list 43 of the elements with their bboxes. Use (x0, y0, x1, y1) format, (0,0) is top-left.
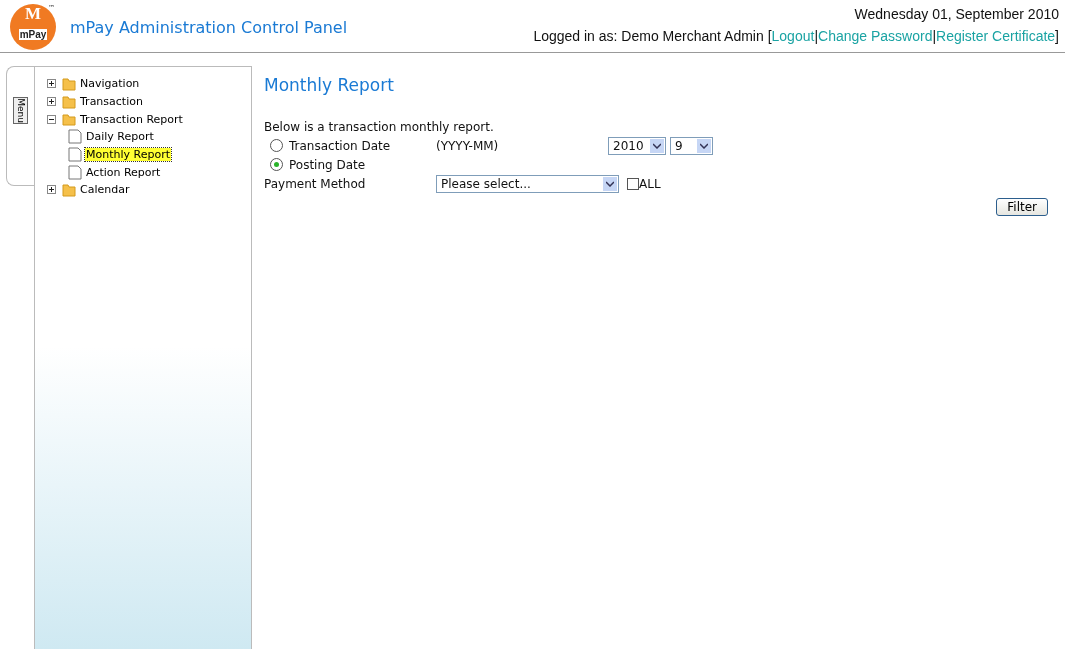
app-title: mPay Administration Control Panel (70, 17, 348, 37)
radio-button[interactable] (270, 158, 283, 171)
checkbox-label: ALL (639, 176, 661, 191)
menu-tab[interactable]: Menu (6, 66, 34, 186)
radio-label: Transaction Date (289, 138, 391, 153)
field-label: Payment Method (264, 176, 366, 191)
folder-icon (62, 76, 76, 91)
bracket-text: ] (1055, 28, 1059, 44)
payment-method-select[interactable]: Please select... (436, 174, 619, 193)
folder-icon (62, 112, 76, 127)
menu-tab-label: Menu (13, 97, 28, 124)
page-icon (68, 164, 82, 180)
checkbox[interactable] (627, 177, 639, 190)
separator: | (932, 28, 937, 44)
filter-button[interactable]: Filter (996, 197, 1048, 216)
tree-item[interactable]: Navigation (79, 77, 141, 91)
caret-icon (650, 138, 664, 153)
page-title: Monthly Report (264, 75, 395, 95)
caret-icon (603, 176, 617, 191)
page-icon (68, 147, 82, 163)
tree-item[interactable]: Daily Report (85, 130, 155, 144)
month-select[interactable]: 9 (670, 136, 713, 155)
folder-icon (62, 182, 76, 197)
format-hint: (YYYY-MM) (436, 138, 499, 153)
tree-item[interactable]: Action Report (85, 165, 162, 179)
page-icon (68, 129, 82, 145)
caret-icon (697, 138, 711, 153)
separator: | (814, 28, 818, 44)
radio-label: Posting Date (289, 157, 366, 172)
tree-item[interactable]: Calendar (79, 183, 131, 197)
expand-icon[interactable] (47, 97, 56, 107)
year-select[interactable]: 2010 (608, 136, 666, 155)
expand-icon[interactable] (47, 185, 56, 195)
collapse-icon[interactable] (47, 114, 56, 124)
tree-item[interactable]: Transaction Report (79, 112, 184, 126)
folder-icon (62, 94, 76, 109)
tree-item[interactable]: Transaction (79, 95, 144, 109)
login-text: Logged in as: Demo Merchant Admin [ (533, 28, 772, 44)
expand-icon[interactable] (47, 79, 56, 89)
intro-text: Below is a transaction monthly report. (264, 119, 494, 134)
tree-item[interactable]: Monthly Report (85, 148, 171, 162)
radio-button[interactable] (270, 139, 283, 152)
date-text: Wednesday 01, September 2010 (854, 6, 1059, 22)
